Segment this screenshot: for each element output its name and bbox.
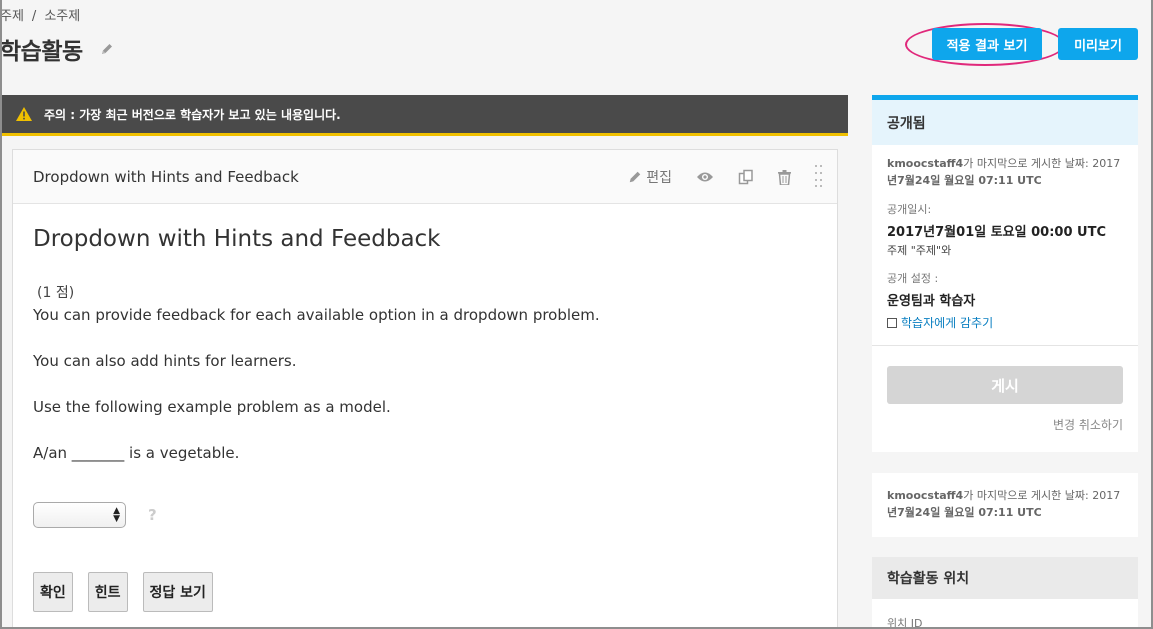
apply-result-button[interactable]: 적용 결과 보기	[932, 28, 1042, 60]
title-row: 학습활동	[0, 32, 115, 66]
page-title: 학습활동	[0, 39, 83, 65]
hide-label[interactable]: 학습자에게 감추기	[901, 314, 993, 331]
problem-title: Dropdown with Hints and Feedback	[33, 226, 441, 252]
last-edit-card: kmoocstaff4가 마지막으로 게시한 날짜: 2017 년7월24일 월요…	[872, 473, 1138, 537]
answer-dropdown[interactable]: ▲ ▼	[33, 502, 126, 528]
preview-button[interactable]: 미리보기	[1058, 28, 1138, 60]
eye-icon	[696, 171, 714, 183]
problem-text: You can also add hints for learners.	[33, 352, 297, 370]
duplicate-button[interactable]	[738, 169, 754, 185]
help-icon[interactable]: ?	[148, 506, 157, 524]
problem-component: Dropdown with Hints and Feedback 편집 Drop…	[12, 149, 838, 629]
last-edit-user: kmoocstaff4	[887, 489, 964, 502]
breadcrumb-item-subtopic[interactable]: 소주제	[44, 9, 80, 24]
publish-status-card: 공개됨 kmoocstaff4가 마지막으로 게시한 날짜: 2017 년7월24…	[872, 95, 1138, 452]
breadcrumb-item-topic[interactable]: 주제	[0, 9, 24, 24]
component-header: Dropdown with Hints and Feedback 편집	[13, 150, 837, 204]
visibility-value: 운영팀과 학습자	[887, 294, 976, 309]
publish-details: kmoocstaff4가 마지막으로 게시한 날짜: 2017 년7월24일 월요…	[872, 145, 1138, 433]
pencil-icon	[628, 170, 642, 184]
show-answer-button[interactable]: 정답 보기	[142, 572, 213, 612]
edit-label: 편집	[646, 170, 672, 186]
last-published-user: kmoocstaff4	[887, 157, 964, 170]
last-published-date: 년7월24일 월요일 07:11 UTC	[887, 174, 1042, 187]
breadcrumb-separator: /	[31, 9, 37, 24]
visibility-button[interactable]	[696, 171, 714, 183]
problem-text: A/an _______ is a vegetable.	[33, 444, 240, 462]
check-button[interactable]: 확인	[33, 572, 73, 612]
last-published-info: kmoocstaff4가 마지막으로 게시한 날짜: 2017 년7월24일 월요…	[887, 155, 1123, 189]
edit-button[interactable]: 편집	[624, 167, 672, 187]
last-edit-text: 가 마지막으로 게시한 날짜: 2017	[963, 489, 1121, 502]
last-published-text: 가 마지막으로 게시한 날짜: 2017	[963, 157, 1121, 170]
hide-checkbox[interactable]	[887, 317, 897, 328]
release-source: 주제 "주제"와	[887, 244, 952, 257]
visibility-label: 공개 설정 :	[887, 272, 939, 285]
release-date: 2017년7월01일 토요일 00:00 UTC	[887, 225, 1107, 240]
last-edit-info: kmoocstaff4가 마지막으로 게시한 날짜: 2017 년7월24일 월요…	[887, 487, 1123, 521]
problem-points: (1 점)	[37, 285, 75, 301]
delete-button[interactable]	[778, 169, 791, 185]
component-title: Dropdown with Hints and Feedback	[33, 167, 299, 186]
warning-banner: 주의 : 가장 최근 버전으로 학습자가 보고 있는 내용입니다.	[2, 95, 848, 136]
warning-icon	[16, 107, 32, 121]
discard-changes-link[interactable]: 변경 취소하기	[887, 416, 1123, 433]
divider	[872, 345, 1138, 346]
publish-status-title: 공개됨	[872, 100, 1138, 145]
last-edit-date: 년7월24일 월요일 07:11 UTC	[887, 506, 1042, 519]
pencil-icon[interactable]	[99, 41, 115, 57]
problem-text: Use the following example problem as a m…	[33, 398, 391, 416]
drag-handle-icon[interactable]	[815, 165, 823, 189]
hide-from-learners-option[interactable]: 학습자에게 감추기	[887, 314, 1123, 331]
location-card: 학습활동 위치 위치 ID	[872, 557, 1138, 629]
release-label: 공개일시:	[887, 203, 932, 216]
problem-body: Dropdown with Hints and Feedback (1 점) Y…	[13, 204, 837, 629]
warning-text: 주의 : 가장 최근 버전으로 학습자가 보고 있는 내용입니다.	[44, 107, 341, 122]
publish-button[interactable]: 게시	[887, 366, 1123, 404]
hint-button[interactable]: 힌트	[87, 572, 128, 612]
breadcrumb: 주제 / 소주제	[0, 5, 80, 24]
trash-icon	[778, 169, 791, 185]
answer-row: ▲ ▼ ?	[33, 502, 817, 528]
copy-icon	[738, 169, 754, 185]
location-id-label: 위치 ID	[887, 617, 923, 629]
problem-actions: 확인 힌트 정답 보기	[33, 572, 817, 612]
location-title: 학습활동 위치	[872, 557, 1138, 599]
problem-text: You can provide feedback for each availa…	[33, 306, 600, 324]
component-actions: 편집	[600, 150, 823, 204]
updown-arrow-icon: ▲ ▼	[113, 506, 120, 524]
